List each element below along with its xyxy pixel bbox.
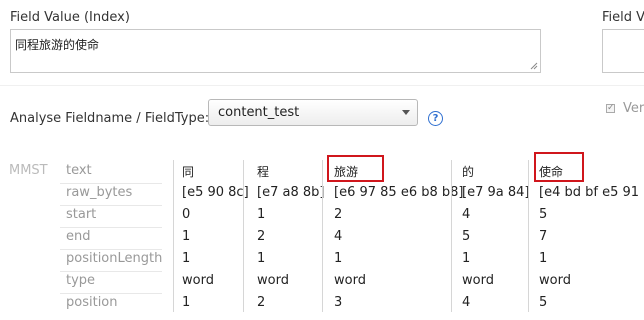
highlight-box-lvyou <box>327 155 384 182</box>
verbose-label: Ver <box>623 101 644 116</box>
token-5-raw_bytes: [e4 bd bf e5 91 bd] <box>539 185 644 200</box>
token-column-divider <box>173 160 174 312</box>
token-4-start: 4 <box>462 207 471 222</box>
row-divider <box>60 249 162 250</box>
token-4-raw_bytes: [e7 9a 84] <box>462 185 530 200</box>
token-2-positionLength: 1 <box>257 251 266 266</box>
token-1-positionLength: 1 <box>182 251 191 266</box>
token-5-type: word <box>539 273 571 288</box>
row-divider <box>60 293 162 294</box>
token-4-type: word <box>462 273 494 288</box>
analyse-fieldname-label: Analyse Fieldname / FieldType: <box>10 111 210 126</box>
token-3-raw_bytes: [e6 97 85 e6 b8 b8] <box>334 185 464 200</box>
token-5-end: 7 <box>539 229 548 244</box>
row-divider <box>60 271 162 272</box>
resize-grip-icon[interactable] <box>530 62 538 70</box>
field-value-query-textarea[interactable] <box>602 29 644 73</box>
token-column-divider <box>322 160 323 312</box>
row-label-type: type <box>66 273 96 288</box>
token-2-position: 2 <box>257 295 266 310</box>
token-3-position: 3 <box>334 295 343 310</box>
row-label-position: position <box>66 295 118 310</box>
row-label-end: end <box>66 229 91 244</box>
field-value-index-label: Field Value (Index) <box>10 10 130 25</box>
token-3-start: 2 <box>334 207 343 222</box>
field-value-index-textarea[interactable]: 同程旅游的使命 <box>10 29 541 73</box>
token-2-end: 2 <box>257 229 266 244</box>
divider <box>0 85 644 86</box>
field-value-index-text: 同程旅游的使命 <box>15 38 100 52</box>
row-label-positionLength: positionLength <box>66 251 163 266</box>
row-label-raw_bytes: raw_bytes <box>66 185 133 200</box>
token-2-raw_bytes: [e7 a8 8b] <box>257 185 325 200</box>
verbose-checkbox[interactable]: ✓ <box>606 104 615 113</box>
token-4-positionLength: 1 <box>462 251 471 266</box>
highlight-box-shiming <box>534 152 584 182</box>
token-2-start: 1 <box>257 207 266 222</box>
token-1-type: word <box>182 273 214 288</box>
row-divider <box>60 183 162 184</box>
token-5-start: 5 <box>539 207 548 222</box>
token-1-end: 1 <box>182 229 191 244</box>
fieldtype-select[interactable]: content_test <box>208 99 418 126</box>
row-label-start: start <box>66 207 97 222</box>
token-1-text: 同 <box>182 165 195 179</box>
token-2-text: 程 <box>257 165 270 179</box>
token-4-position: 4 <box>462 295 471 310</box>
token-1-raw_bytes: [e5 90 8c] <box>182 185 249 200</box>
token-4-end: 5 <box>462 229 471 244</box>
token-column-divider <box>451 160 452 312</box>
chevron-down-icon <box>402 110 410 115</box>
analysis-stage-label: MMST <box>9 163 48 178</box>
token-3-end: 4 <box>334 229 343 244</box>
row-divider <box>60 205 162 206</box>
fieldtype-select-value: content_test <box>218 105 300 120</box>
field-value-query-label: Field V <box>602 10 644 25</box>
token-4-text: 的 <box>462 165 475 179</box>
token-column-divider <box>528 160 529 312</box>
row-divider <box>60 227 162 228</box>
token-column-divider <box>243 160 244 312</box>
token-3-positionLength: 1 <box>334 251 343 266</box>
row-label-text: text <box>66 163 92 178</box>
token-5-positionLength: 1 <box>539 251 548 266</box>
token-1-position: 1 <box>182 295 191 310</box>
token-3-type: word <box>334 273 366 288</box>
token-5-position: 5 <box>539 295 548 310</box>
token-2-type: word <box>257 273 289 288</box>
token-1-start: 0 <box>182 207 191 222</box>
help-icon[interactable]: ? <box>428 111 443 126</box>
